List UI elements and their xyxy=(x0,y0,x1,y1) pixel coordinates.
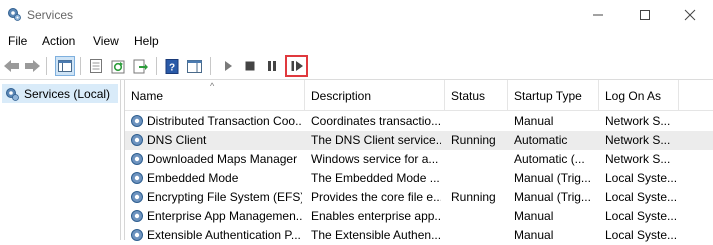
toolbar: ? xyxy=(0,52,713,80)
tree-item-services-local[interactable]: Services (Local) xyxy=(2,84,118,103)
cell-description: Coordinates transactio... xyxy=(311,114,441,128)
stop-icon xyxy=(245,61,255,71)
cell-logon: Local Syste... xyxy=(605,171,677,185)
action-pane-icon xyxy=(186,59,202,73)
list-header: ^ Name Description Status Startup Type L… xyxy=(125,80,713,111)
cell-name: Downloaded Maps Manager xyxy=(147,152,298,166)
table-row[interactable]: DNS Client The DNS Client service... Runni… xyxy=(125,131,713,150)
table-row[interactable]: Extensible Authentication P... The Extens… xyxy=(125,226,713,245)
cell-startup: Manual xyxy=(514,114,554,128)
start-service-button[interactable] xyxy=(218,56,238,76)
tree-item-label: Services (Local) xyxy=(24,86,111,101)
column-header-name[interactable]: ^ Name xyxy=(125,80,305,110)
cell-startup: Automatic (... xyxy=(514,152,585,166)
export-list-button[interactable] xyxy=(130,56,150,76)
properties-button[interactable] xyxy=(86,56,106,76)
menu-view[interactable]: View xyxy=(93,34,119,48)
close-icon xyxy=(684,9,696,21)
cell-description: Enables enterprise app... xyxy=(311,209,441,223)
cell-logon: Local Syste... xyxy=(605,190,677,204)
menu-action[interactable]: Action xyxy=(42,34,75,48)
cell-name: Enterprise App Managemen... xyxy=(147,209,302,223)
table-row[interactable]: Encrypting File System (EFS) Provides the… xyxy=(125,188,713,207)
column-header-startup-type[interactable]: Startup Type xyxy=(508,80,599,110)
refresh-icon xyxy=(111,60,124,73)
cell-startup: Automatic xyxy=(514,133,568,147)
services-gear-icon xyxy=(6,87,19,101)
resume-icon xyxy=(291,61,303,71)
refresh-button[interactable] xyxy=(108,56,128,76)
pause-icon xyxy=(268,61,276,71)
cell-startup: Manual xyxy=(514,209,554,223)
pause-service-button[interactable] xyxy=(262,56,282,76)
stop-service-button[interactable] xyxy=(240,56,260,76)
toolbar-separator xyxy=(156,57,157,75)
service-gear-icon xyxy=(131,210,143,222)
cell-logon: Local Syste... xyxy=(605,209,677,223)
services-list: ^ Name Description Status Startup Type L… xyxy=(124,80,713,242)
cell-description: Windows service for a... xyxy=(311,152,439,166)
cell-name: Embedded Mode xyxy=(147,171,239,185)
cell-logon: Network S... xyxy=(605,133,671,147)
toolbar-separator xyxy=(46,57,47,75)
cell-startup: Manual (Trig... xyxy=(514,171,591,185)
table-row[interactable]: Distributed Transaction Coo... Coordinate… xyxy=(125,112,713,131)
maximize-button[interactable] xyxy=(622,0,668,30)
menu-help[interactable]: Help xyxy=(134,34,159,48)
service-gear-icon xyxy=(131,172,143,184)
service-gear-icon xyxy=(131,153,143,165)
service-gear-icon xyxy=(131,229,143,241)
toolbar-separator xyxy=(210,57,211,75)
column-header-description[interactable]: Description xyxy=(305,80,445,110)
cell-name: Encrypting File System (EFS) xyxy=(147,190,302,204)
console-tree-icon xyxy=(58,60,72,72)
cell-name: DNS Client xyxy=(147,133,207,147)
cell-startup: Manual (Trig... xyxy=(514,190,591,204)
column-header-log-on-as[interactable]: Log On As xyxy=(599,80,679,110)
sort-ascending-icon: ^ xyxy=(210,81,215,91)
help-book-icon: ? xyxy=(165,58,179,74)
table-row[interactable]: Enterprise App Managemen... Enables enter… xyxy=(125,207,713,226)
cell-name: Distributed Transaction Coo... xyxy=(147,114,302,128)
table-row[interactable]: Embedded Mode The Embedded Mode ... Manual… xyxy=(125,169,713,188)
minimize-icon xyxy=(593,14,603,16)
column-header-status[interactable]: Status xyxy=(445,80,508,110)
maximize-icon xyxy=(640,10,650,20)
play-icon xyxy=(225,61,232,71)
help-button[interactable]: ? xyxy=(162,56,182,76)
show-hide-action-pane-button[interactable] xyxy=(184,56,204,76)
cell-description: The Embedded Mode ... xyxy=(311,171,440,185)
title-bar: Services xyxy=(0,0,713,30)
table-row[interactable]: Downloaded Maps Manager Windows service f… xyxy=(125,150,713,169)
cell-logon: Network S... xyxy=(605,152,671,166)
window-title: Services xyxy=(27,8,74,22)
cell-status: Running xyxy=(451,133,496,147)
arrow-right-icon xyxy=(25,60,40,72)
cell-description: The DNS Client service... xyxy=(311,133,441,147)
toolbar-separator xyxy=(80,57,81,75)
service-gear-icon xyxy=(131,134,143,146)
service-gear-icon xyxy=(131,115,143,127)
cell-description: Provides the core file e... xyxy=(311,190,441,204)
properties-icon xyxy=(90,59,102,73)
resume-service-button[interactable] xyxy=(285,55,308,77)
menu-file[interactable]: File xyxy=(8,34,27,48)
console-tree-pane: Services (Local) xyxy=(0,80,121,240)
forward-button[interactable] xyxy=(22,56,42,76)
service-gear-icon xyxy=(131,191,143,203)
cell-logon: Network S... xyxy=(605,114,671,128)
export-icon xyxy=(133,59,148,73)
close-button[interactable] xyxy=(667,0,713,30)
show-hide-console-tree-button[interactable] xyxy=(55,56,75,76)
svg-text:?: ? xyxy=(169,62,175,73)
arrow-left-icon xyxy=(4,60,19,72)
cell-status: Running xyxy=(451,190,496,204)
services-gear-icon xyxy=(8,8,21,21)
minimize-button[interactable] xyxy=(575,0,621,30)
back-button[interactable] xyxy=(2,56,22,76)
